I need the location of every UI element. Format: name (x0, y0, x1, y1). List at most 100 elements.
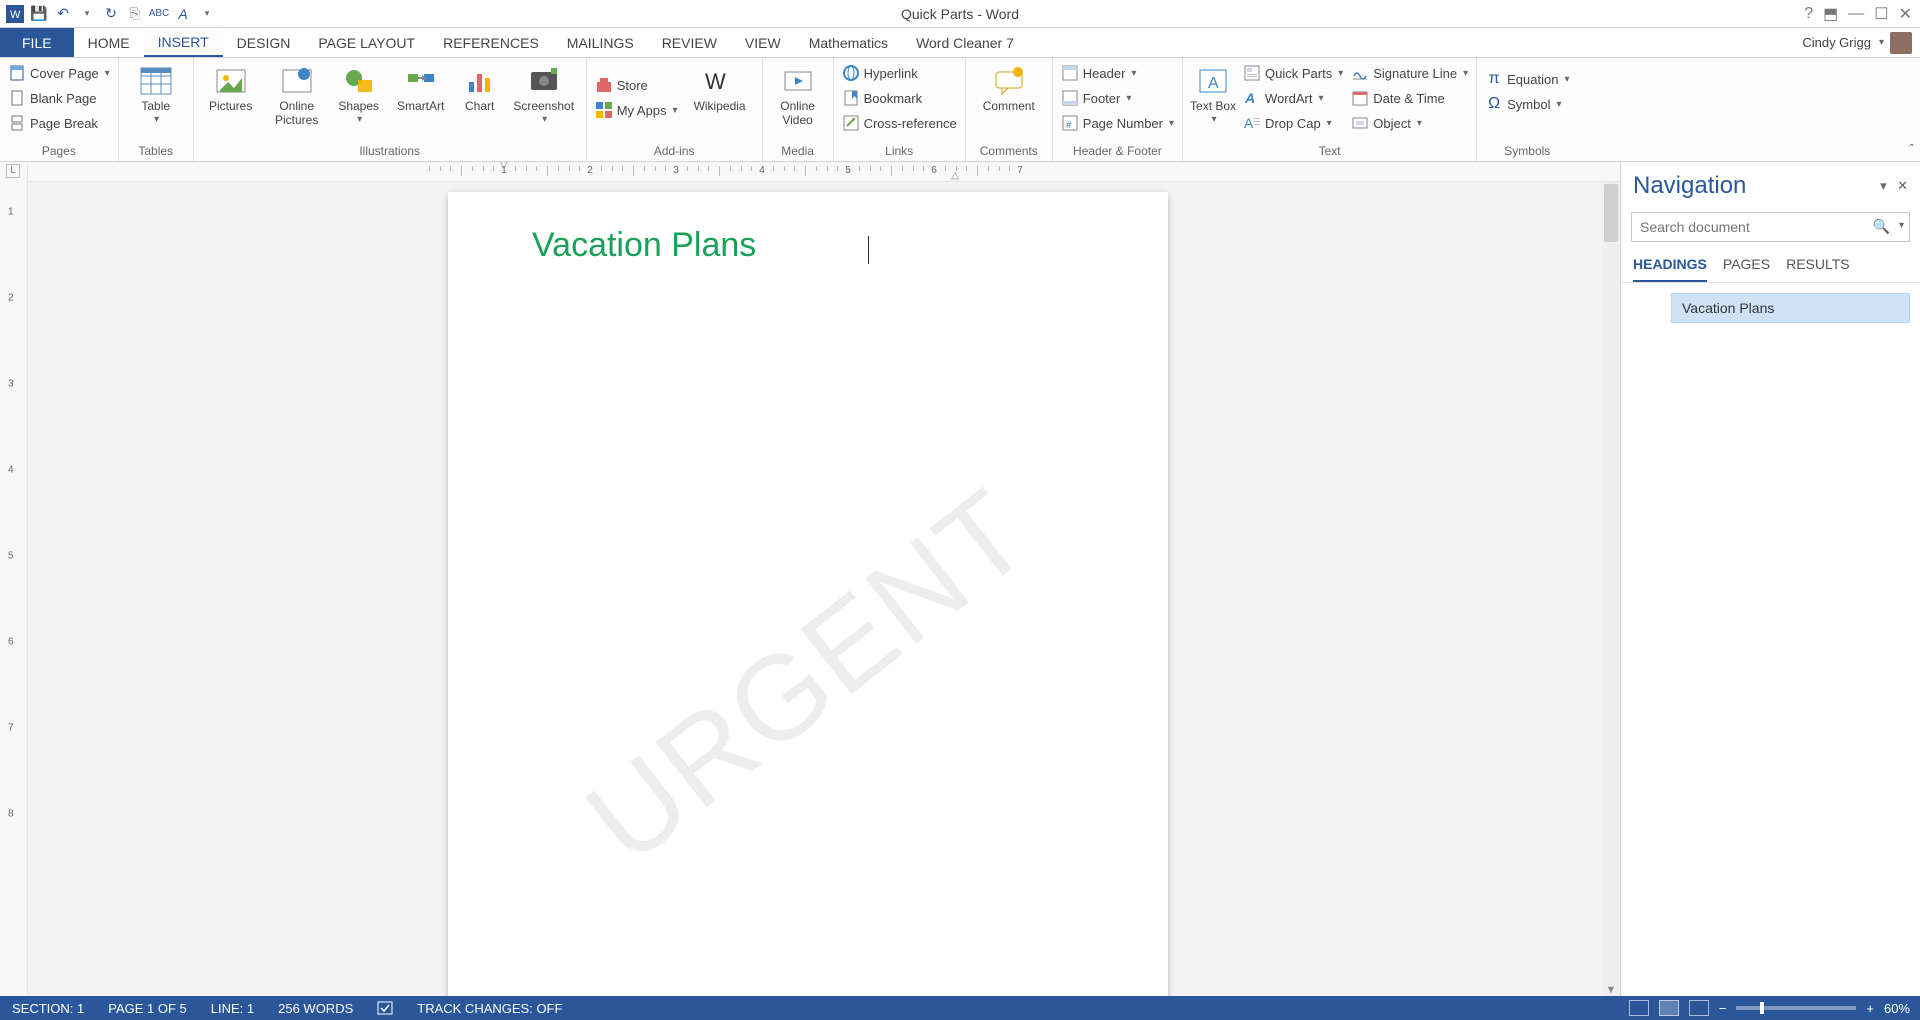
signature-line-label: Signature Line (1373, 66, 1457, 81)
hyperlink-button[interactable]: Hyperlink (840, 62, 959, 84)
object-button[interactable]: Object▾ (1349, 112, 1470, 134)
search-input[interactable] (1631, 212, 1910, 242)
word-app-icon[interactable]: W (6, 5, 24, 23)
nav-heading-item[interactable]: Vacation Plans (1671, 293, 1910, 323)
close-icon[interactable]: ✕ (1899, 4, 1912, 24)
vruler-number: 2 (8, 293, 14, 304)
my-apps-button[interactable]: My Apps▾ (593, 99, 680, 121)
footer-button[interactable]: Footer▾ (1059, 87, 1176, 109)
user-dropdown-icon[interactable]: ▾ (1879, 37, 1884, 48)
nav-tab-headings[interactable]: HEADINGS (1633, 256, 1707, 282)
symbol-icon: Ω (1485, 95, 1503, 113)
screenshot-button[interactable]: Screenshot▾ (508, 60, 580, 125)
cover-page-button[interactable]: Cover Page▾ (6, 62, 112, 84)
header-button[interactable]: Header▾ (1059, 62, 1176, 84)
text-box-button[interactable]: AText Box▾ (1189, 60, 1237, 125)
store-button[interactable]: Store (593, 74, 680, 96)
online-video-button[interactable]: Online Video (769, 60, 827, 128)
tab-review[interactable]: REVIEW (648, 28, 731, 57)
wikipedia-icon: W (703, 64, 737, 98)
spelling-icon[interactable]: ABC (150, 5, 168, 23)
chart-button[interactable]: Chart (456, 60, 504, 114)
signature-line-button[interactable]: Signature Line▾ (1349, 62, 1470, 84)
drop-cap-button[interactable]: ADrop Cap▾ (1241, 112, 1345, 134)
cross-reference-button[interactable]: Cross-reference (840, 112, 959, 134)
help-icon[interactable]: ? (1804, 5, 1813, 23)
status-proofing-icon[interactable] (365, 1001, 405, 1015)
status-words[interactable]: 256 WORDS (266, 1001, 365, 1016)
group-links: Hyperlink Bookmark Cross-reference Links (834, 58, 966, 161)
shapes-button[interactable]: Shapes▾ (332, 60, 386, 125)
equation-button[interactable]: πEquation▾ (1483, 68, 1571, 90)
tab-insert[interactable]: INSERT (144, 28, 223, 57)
maximize-icon[interactable]: ☐ (1874, 4, 1888, 24)
navpane-dropdown-icon[interactable]: ▾ (1880, 178, 1887, 193)
read-mode-icon[interactable] (1629, 1000, 1649, 1016)
tab-references[interactable]: REFERENCES (429, 28, 553, 57)
wordart-button[interactable]: AWordArt▾ (1241, 87, 1345, 109)
qat-custom-icon[interactable]: ⎘ (126, 5, 144, 23)
tab-mailings[interactable]: MAILINGS (553, 28, 648, 57)
tab-mathematics[interactable]: Mathematics (795, 28, 902, 57)
blank-page-button[interactable]: Blank Page (6, 87, 112, 109)
save-icon[interactable]: 💾 (30, 5, 48, 23)
smartart-button[interactable]: SmartArt (390, 60, 452, 114)
group-addins: Store My Apps▾ WWikipedia Add-ins (587, 58, 763, 161)
table-button[interactable]: Table▾ (125, 60, 187, 125)
zoom-slider[interactable] (1736, 1006, 1856, 1010)
tab-selector[interactable]: L (6, 164, 20, 178)
tab-view[interactable]: VIEW (731, 28, 795, 57)
status-track-changes[interactable]: TRACK CHANGES: OFF (405, 1001, 574, 1016)
print-layout-icon[interactable] (1659, 1000, 1679, 1016)
zoom-in-icon[interactable]: + (1866, 1001, 1874, 1016)
search-icon[interactable]: 🔍 (1873, 218, 1890, 235)
page-number-button[interactable]: #Page Number▾ (1059, 112, 1176, 134)
nav-tab-results[interactable]: RESULTS (1786, 256, 1850, 282)
status-section[interactable]: SECTION: 1 (0, 1001, 96, 1016)
page-break-button[interactable]: Page Break (6, 112, 112, 134)
bookmark-button[interactable]: Bookmark (840, 87, 959, 109)
collapse-ribbon-icon[interactable]: ˆ (1909, 141, 1914, 157)
date-time-button[interactable]: Date & Time (1349, 87, 1470, 109)
undo-dropdown-icon[interactable]: ▾ (78, 5, 96, 23)
tab-home[interactable]: HOME (74, 28, 144, 57)
web-layout-icon[interactable] (1689, 1000, 1709, 1016)
quick-parts-button[interactable]: Quick Parts▾ (1241, 62, 1345, 84)
navigation-title: Navigation (1633, 172, 1874, 200)
nav-tab-pages[interactable]: PAGES (1723, 256, 1770, 282)
navpane-close-icon[interactable]: ✕ (1897, 178, 1908, 193)
vertical-scrollbar[interactable]: ▲ ▼ (1602, 182, 1620, 996)
search-dropdown-icon[interactable]: ▾ (1899, 220, 1904, 231)
shapes-label: Shapes (338, 100, 379, 114)
tab-word-cleaner[interactable]: Word Cleaner 7 (902, 28, 1028, 57)
online-pictures-button[interactable]: Online Pictures (266, 60, 328, 128)
minimize-icon[interactable]: — (1848, 5, 1864, 23)
status-line[interactable]: LINE: 1 (199, 1001, 266, 1016)
zoom-out-icon[interactable]: − (1719, 1001, 1727, 1016)
symbol-button[interactable]: ΩSymbol▾ (1483, 93, 1571, 115)
window-title: Quick Parts - Word (901, 6, 1019, 22)
tab-design[interactable]: DESIGN (223, 28, 305, 57)
zoom-slider-thumb[interactable] (1760, 1002, 1764, 1014)
text-box-icon: A (1196, 64, 1230, 98)
document-page[interactable]: Vacation Plans URGENT (448, 192, 1168, 996)
tab-file[interactable]: FILE (0, 28, 74, 57)
zoom-level[interactable]: 60% (1884, 1001, 1910, 1016)
store-label: Store (617, 78, 648, 93)
status-page[interactable]: PAGE 1 OF 5 (96, 1001, 199, 1016)
avatar[interactable] (1890, 32, 1912, 54)
pictures-button[interactable]: Pictures (200, 60, 262, 114)
comment-button[interactable]: Comment (972, 60, 1046, 114)
font-size-icon[interactable]: A (174, 5, 192, 23)
wikipedia-button[interactable]: WWikipedia (684, 60, 756, 114)
ribbon-display-icon[interactable]: ⬒ (1823, 4, 1838, 24)
user-area[interactable]: Cindy Grigg ▾ (1802, 28, 1920, 57)
scroll-thumb[interactable] (1604, 184, 1618, 242)
tab-page-layout[interactable]: PAGE LAYOUT (304, 28, 429, 57)
qat-dropdown-icon[interactable]: ▾ (198, 5, 216, 23)
page-scroll[interactable]: Vacation Plans URGENT ▲ ▼ (28, 182, 1620, 996)
vruler-number: 3 (8, 379, 14, 390)
scroll-down-icon[interactable]: ▼ (1602, 984, 1620, 996)
redo-icon[interactable]: ↻ (102, 5, 120, 23)
undo-icon[interactable]: ↶ (54, 5, 72, 23)
